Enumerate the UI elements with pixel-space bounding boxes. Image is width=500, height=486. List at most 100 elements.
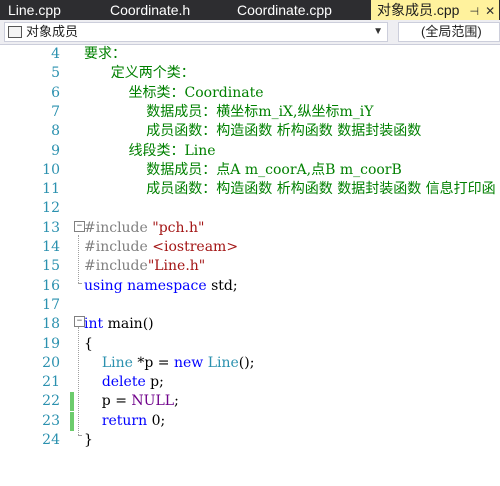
code-token: Line: [101, 354, 133, 371]
code-text: 数据成员：横坐标m_iX,纵坐标m_iY: [84, 103, 373, 122]
code-text: #include "pch.h": [84, 219, 204, 238]
line-number: 9: [51, 142, 60, 159]
line-number: 16: [42, 277, 60, 294]
code-line[interactable]: 7 数据成员：横坐标m_iX,纵坐标m_iY: [0, 103, 500, 122]
code-text: int main(): [84, 315, 154, 334]
code-token: *p =: [132, 354, 174, 371]
code-token: ();: [238, 354, 255, 371]
navigation-bar: 对象成员 ▼ (全局范围): [0, 20, 500, 45]
code-line[interactable]: 19 {: [0, 335, 500, 354]
code-token: #include: [84, 219, 153, 236]
scope-label: (全局范围): [421, 24, 482, 39]
code-line[interactable]: 8 成员函数：构造函数 析构函数 数据封装函数: [0, 122, 500, 141]
code-line[interactable]: 15 #include"Line.h": [0, 257, 500, 276]
scope-dropdown[interactable]: (全局范围): [398, 22, 500, 42]
code-line[interactable]: 20 Line *p = new Line();: [0, 354, 500, 373]
code-token: 成员函数：构造函数 析构函数 数据封装函数 信息打印函: [84, 181, 496, 198]
code-editor[interactable]: − − 4 要求： 5 定义两个类： 6 坐标类：Coordinate 7 数据成员：横…: [0, 45, 500, 486]
line-number: 23: [42, 412, 60, 429]
code-text: 成员函数：构造函数 析构函数 数据封装函数 信息打印函: [84, 180, 496, 199]
code-token: 数据成员：点A m_coorA,点B m_coorB: [84, 161, 402, 178]
code-text: p = NULL;: [84, 392, 179, 411]
tab-label: Coordinate.h: [110, 2, 191, 18]
code-text: delete p;: [84, 373, 164, 392]
code-line[interactable]: 12: [0, 199, 500, 218]
line-number: 4: [51, 46, 60, 62]
line-number: 24: [42, 432, 60, 448]
pin-icon[interactable]: ⊣: [469, 6, 479, 18]
code-text: 成员函数：构造函数 析构函数 数据封装函数: [84, 122, 421, 141]
code-text: }: [84, 431, 93, 450]
tab-active-file[interactable]: 对象成员.cpp ⊣ ✕: [371, 0, 500, 20]
code-line[interactable]: 21 delete p;: [0, 373, 500, 392]
code-token: 成员函数：构造函数 析构函数 数据封装函数: [84, 123, 422, 140]
project-icon: [8, 25, 22, 38]
code-line[interactable]: 17: [0, 296, 500, 315]
code-token: ;: [174, 393, 179, 410]
code-text: 坐标类：Coordinate: [84, 84, 264, 103]
line-number: 18: [42, 316, 60, 333]
code-token: 数据成员：横坐标m_iX,纵坐标m_iY: [84, 103, 374, 120]
code-token: 坐标类：Coordinate: [84, 84, 264, 101]
tab-label: 对象成员.cpp: [377, 2, 460, 18]
line-number: 5: [51, 65, 60, 82]
chevron-down-icon: ▼: [373, 26, 383, 37]
code-line[interactable]: 22 p = NULL;: [0, 392, 500, 412]
code-token: return: [101, 412, 148, 429]
code-token: Line: [207, 354, 239, 371]
code-line[interactable]: 6 坐标类：Coordinate: [0, 84, 500, 103]
code-token: 要求：: [84, 46, 126, 62]
code-line[interactable]: 10 数据成员：点A m_coorA,点B m_coorB: [0, 161, 500, 180]
line-number: 11: [42, 181, 60, 198]
code-token: #include: [84, 239, 153, 255]
tab-coordinate-h[interactable]: Coordinate.h: [110, 0, 190, 20]
line-number: 14: [42, 239, 60, 255]
code-token: 线段类：Line: [84, 142, 216, 159]
code-token: main(): [103, 316, 154, 333]
code-token: int: [84, 316, 104, 333]
code-line[interactable]: 23 return 0;: [0, 411, 500, 431]
code-line[interactable]: 18 int main(): [0, 315, 500, 334]
code-token: "Line.h": [147, 258, 206, 275]
line-number: 6: [51, 84, 60, 101]
project-dropdown[interactable]: 对象成员 ▼: [4, 22, 388, 42]
code-token: 0;: [147, 412, 166, 429]
code-token: {: [84, 335, 93, 352]
code-line[interactable]: 24}: [0, 431, 500, 450]
code-token: using namespace: [84, 277, 207, 294]
line-number: 15: [42, 258, 60, 275]
document-tab-bar: Line.cpp Coordinate.h Coordinate.cpp 对象成…: [0, 0, 500, 20]
tab-line-cpp[interactable]: Line.cpp: [8, 0, 61, 20]
code-token: }: [84, 432, 93, 448]
code-text: 数据成员：点A m_coorA,点B m_coorB: [84, 161, 402, 180]
code-token: p =: [84, 393, 132, 410]
code-text: using namespace std;: [84, 277, 238, 296]
change-marker: [70, 411, 74, 431]
code-line[interactable]: 14 #include <iostream>: [0, 238, 500, 257]
change-marker: [70, 392, 74, 412]
code-text: #include <iostream>: [84, 238, 238, 257]
line-number: 22: [42, 393, 60, 410]
code-line[interactable]: 11 成员函数：构造函数 析构函数 数据封装函数 信息打印函: [0, 180, 500, 199]
code-line[interactable]: 16 using namespace std;: [0, 277, 500, 296]
code-line[interactable]: 13 #include "pch.h": [0, 219, 500, 238]
close-icon[interactable]: ✕: [485, 4, 495, 18]
tab-label: Coordinate.cpp: [237, 2, 332, 18]
project-label: 对象成员: [26, 24, 79, 39]
code-line[interactable]: 9 线段类：Line: [0, 142, 500, 161]
tab-coordinate-cpp[interactable]: Coordinate.cpp: [237, 0, 332, 20]
code-text: Line *p = new Line();: [84, 354, 255, 373]
code-line[interactable]: 4 要求：: [0, 45, 500, 64]
code-token: <iostream>: [152, 239, 239, 255]
code-text: 要求：: [84, 45, 126, 64]
line-number: 10: [42, 161, 60, 178]
line-number: 21: [42, 374, 60, 391]
code-text: return 0;: [84, 412, 165, 431]
code-token: new: [173, 354, 204, 371]
line-number: 19: [42, 335, 60, 352]
code-line[interactable]: 5 定义两个类：: [0, 64, 500, 83]
code-token: "pch.h": [152, 219, 205, 236]
line-number: 8: [51, 123, 60, 140]
